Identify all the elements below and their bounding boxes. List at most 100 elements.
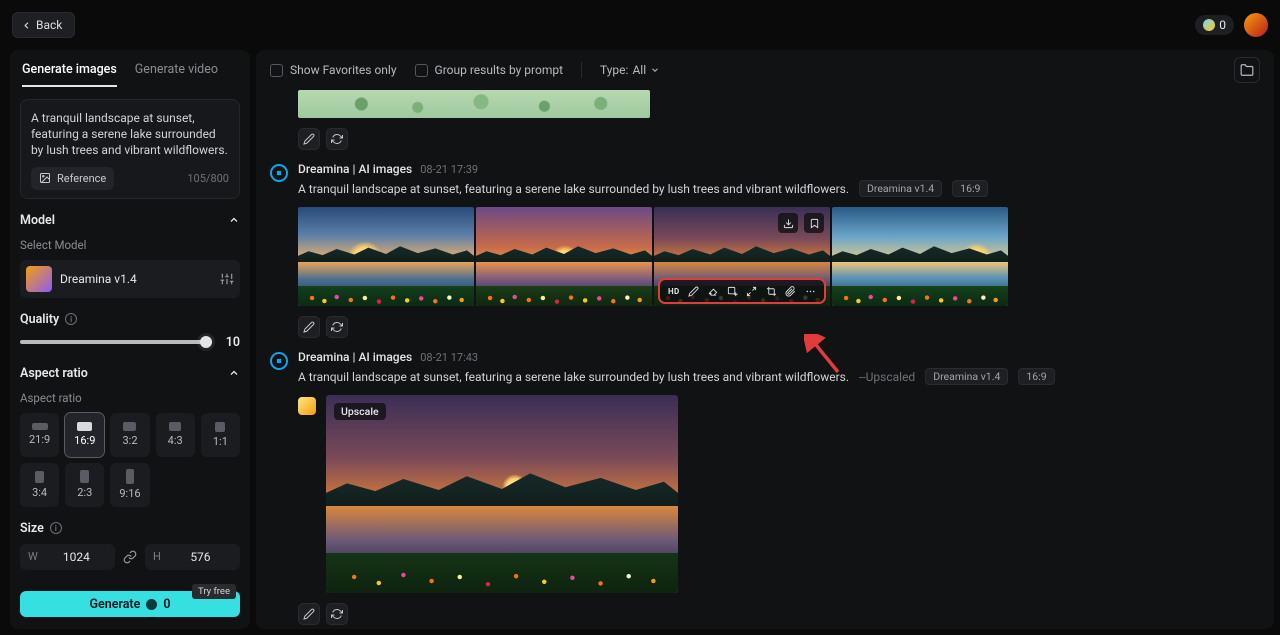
hd-button[interactable]: HD: [665, 282, 683, 300]
prompt-textarea[interactable]: A tranquil landscape at sunset, featurin…: [31, 110, 229, 159]
aspect-ratio-section: Aspect ratio Aspect ratio 21:916:93:24:3…: [20, 366, 240, 507]
aspect-ratio-21-9[interactable]: 21:9: [20, 413, 59, 457]
aspect-sub-label: Aspect ratio: [20, 391, 240, 405]
aspect-ratio-16-9[interactable]: 16:9: [65, 413, 104, 457]
ratio-label: 2:3: [77, 486, 92, 499]
inpaint-button[interactable]: [723, 282, 741, 300]
aspect-ratio-9-16[interactable]: 9:16: [110, 463, 149, 507]
regenerate-button[interactable]: [326, 128, 348, 150]
gen-actions: [298, 603, 1260, 625]
result-thumbnail[interactable]: [298, 90, 650, 118]
aspect-section-header[interactable]: Aspect ratio: [20, 366, 240, 381]
regenerate-button[interactable]: [326, 316, 348, 338]
folder-button[interactable]: [1234, 57, 1260, 83]
edit-button[interactable]: [298, 316, 320, 338]
bookmark-icon: [809, 218, 820, 229]
avatar[interactable]: [1244, 13, 1268, 37]
size-label: Size: [20, 521, 44, 536]
gen-meta: Dreamina | AI images 08-21 17:43: [298, 350, 1260, 364]
expand-button[interactable]: [743, 282, 761, 300]
prompt-footer: Reference 105/800: [31, 167, 229, 190]
aspect-ratio-2-3[interactable]: 2:3: [65, 463, 104, 507]
bookmark-button[interactable]: [804, 213, 824, 233]
result-thumbnail[interactable]: [298, 207, 474, 306]
group-label: Group results by prompt: [435, 63, 563, 77]
paperclip-icon: [785, 286, 796, 297]
reference-button[interactable]: Reference: [31, 167, 114, 190]
favorites-filter[interactable]: Show Favorites only: [270, 63, 397, 77]
info-icon[interactable]: i: [50, 522, 62, 534]
crop-icon: [766, 286, 777, 297]
upscale-chip: Upscale: [334, 403, 386, 420]
folder-icon: [1240, 63, 1254, 77]
regenerate-button[interactable]: [326, 603, 348, 625]
width-value: 1024: [46, 550, 107, 564]
quality-slider[interactable]: [20, 340, 210, 344]
generate-cost: 0: [163, 597, 170, 612]
quality-value: 10: [220, 335, 240, 350]
result-thumbnail[interactable]: HD: [654, 207, 830, 306]
model-section-header[interactable]: Model: [20, 213, 240, 228]
link-icon[interactable]: [123, 550, 137, 564]
tab-generate-images[interactable]: Generate images: [22, 62, 117, 87]
retouch-button[interactable]: [684, 282, 702, 300]
quality-label-row: Quality i: [20, 312, 240, 327]
copy-link-button[interactable]: [782, 282, 800, 300]
type-filter[interactable]: Type: All: [600, 63, 660, 77]
upscale-origin-thumb[interactable]: [298, 397, 316, 415]
main: Generate images Generate video A tranqui…: [0, 50, 1280, 635]
thumb-top-tools: [778, 213, 824, 233]
pencil-icon: [303, 321, 315, 333]
ratio-shape-icon: [32, 423, 48, 430]
aspect-ratio-3-2[interactable]: 3:2: [110, 413, 149, 457]
edit-button[interactable]: [298, 603, 320, 625]
gen-prompt-row: A tranquil landscape at sunset, featurin…: [298, 180, 1260, 197]
try-free-badge: Try free: [192, 584, 236, 599]
type-label: Type:: [600, 63, 628, 77]
gen-prompt-row: A tranquil landscape at sunset, featurin…: [298, 368, 1260, 385]
result-thumbnail[interactable]: [832, 207, 1008, 306]
thumb-bottom-toolbar: HD: [660, 280, 824, 302]
gen-source: Dreamina | AI images: [298, 162, 412, 176]
download-button[interactable]: [778, 213, 798, 233]
source-icon: [270, 352, 288, 370]
aspect-section-title: Aspect ratio: [20, 366, 88, 381]
height-value: 576: [169, 550, 232, 564]
topbar: Back 0: [0, 0, 1280, 50]
eraser-icon: [707, 286, 718, 297]
gen-prompt-text: A tranquil landscape at sunset, featurin…: [298, 182, 849, 196]
reference-label: Reference: [57, 172, 106, 185]
back-button[interactable]: Back: [12, 12, 75, 38]
back-label: Back: [36, 18, 62, 32]
result-thumbnail[interactable]: Upscale: [326, 395, 678, 593]
more-button[interactable]: [801, 282, 819, 300]
canvas-body[interactable]: Dreamina | AI images 08-21 17:39 A tranq…: [256, 90, 1274, 629]
image-icon: [39, 172, 51, 184]
aspect-ratio-4-3[interactable]: 4:3: [156, 413, 195, 457]
gen-source: Dreamina | AI images: [298, 350, 412, 364]
aspect-ratio-1-1[interactable]: 1:1: [201, 413, 240, 457]
canvas: Show Favorites only Group results by pro…: [256, 50, 1274, 629]
width-input[interactable]: W 1024: [20, 544, 115, 570]
char-count: 105/800: [187, 172, 229, 185]
refresh-icon: [331, 608, 343, 620]
credit-icon: [1203, 19, 1215, 31]
tab-generate-video[interactable]: Generate video: [135, 62, 218, 87]
aspect-ratio-3-4[interactable]: 3:4: [20, 463, 59, 507]
gen-actions: [298, 128, 1260, 150]
credits-pill[interactable]: 0: [1195, 15, 1234, 35]
w-letter: W: [28, 550, 38, 563]
height-input[interactable]: H 576: [145, 544, 240, 570]
edit-button[interactable]: [298, 128, 320, 150]
source-icon: [270, 164, 288, 182]
sliders-icon: [220, 272, 234, 286]
info-icon[interactable]: i: [65, 313, 77, 325]
erase-button[interactable]: [704, 282, 722, 300]
result-thumbnail[interactable]: [476, 207, 652, 306]
group-filter[interactable]: Group results by prompt: [415, 63, 563, 77]
crop-button[interactable]: [762, 282, 780, 300]
image-plus-icon: [727, 286, 738, 297]
gen-block-partial: [270, 90, 1260, 150]
model-tag: Dreamina v1.4: [925, 368, 1008, 385]
model-selector[interactable]: Dreamina v1.4: [20, 260, 240, 298]
